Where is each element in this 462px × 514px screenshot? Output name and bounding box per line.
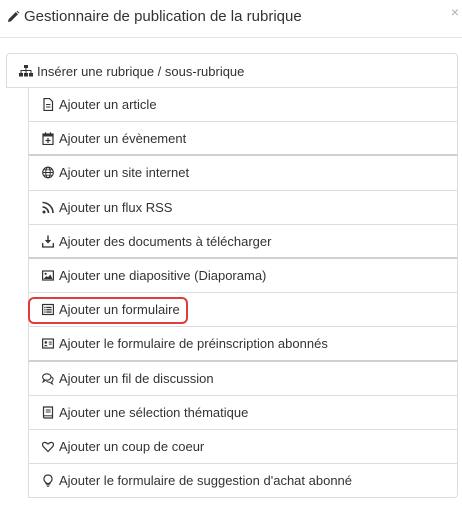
item-label: Ajouter un formulaire [59,302,180,318]
modal-header: Gestionnaire de publication de la rubriq… [0,0,462,38]
insert-rubrique-label: Insérer une rubrique / sous-rubrique [37,64,245,79]
add-slide-item[interactable]: Ajouter une diapositive (Diaporama) [29,258,458,294]
heart-icon [42,441,54,453]
book-icon [42,406,54,419]
item-label: Ajouter le formulaire de préinscription … [59,336,328,352]
id-card-icon [42,338,54,349]
item-label: Ajouter un évènement [59,131,187,147]
item-label: Ajouter un fil de discussion [59,370,214,386]
add-purchase-suggestion-form-item[interactable]: Ajouter le formulaire de suggestion d'ac… [29,464,458,499]
add-favorite-item[interactable]: Ajouter un coup de coeur [29,429,458,465]
pencil-icon [8,10,20,22]
publication-menu: Insérer une rubrique / sous-rubrique Ajo… [6,53,458,499]
insert-rubrique-item[interactable]: Insérer une rubrique / sous-rubrique [6,53,458,88]
file-icon [43,98,54,111]
add-rss-item[interactable]: Ajouter un flux RSS [29,190,458,225]
calendar-plus-icon [42,132,54,146]
item-label: Ajouter un coup de coeur [59,438,205,454]
item-label: Ajouter des documents à télécharger [59,233,272,249]
add-event-item[interactable]: Ajouter un évènement [29,122,458,157]
download-icon [42,235,54,248]
add-documents-item[interactable]: Ajouter des documents à télécharger [29,224,458,259]
lightbulb-icon [43,474,53,487]
item-label: Ajouter un site internet [59,165,190,181]
add-discussion-item[interactable]: Ajouter un fil de discussion [29,361,458,396]
sub-items: Ajouter un article Ajouter un évènement [28,88,458,499]
close-button[interactable]: × [449,5,461,19]
image-icon [42,270,54,281]
modal-title: Gestionnaire de publication de la rubriq… [24,8,302,25]
list-alt-icon [42,304,54,316]
add-thematic-selection-item[interactable]: Ajouter une sélection thématique [29,395,458,430]
add-article-item[interactable]: Ajouter un article [29,88,458,123]
item-label: Ajouter le formulaire de suggestion d'ac… [59,473,353,489]
rss-icon [42,201,54,214]
comments-icon [42,372,54,385]
sitemap-icon [19,65,33,77]
item-label: Ajouter une sélection thématique [59,404,249,420]
item-label: Ajouter une diapositive (Diaporama) [59,267,267,283]
item-label: Ajouter un article [59,97,157,112]
add-website-item[interactable]: Ajouter un site internet [29,156,458,191]
item-label: Ajouter un flux RSS [59,199,173,215]
globe-icon [42,167,54,179]
add-preregistration-form-item[interactable]: Ajouter le formulaire de préinscription … [29,327,458,362]
add-form-item[interactable]: Ajouter un formulaire [29,293,458,328]
